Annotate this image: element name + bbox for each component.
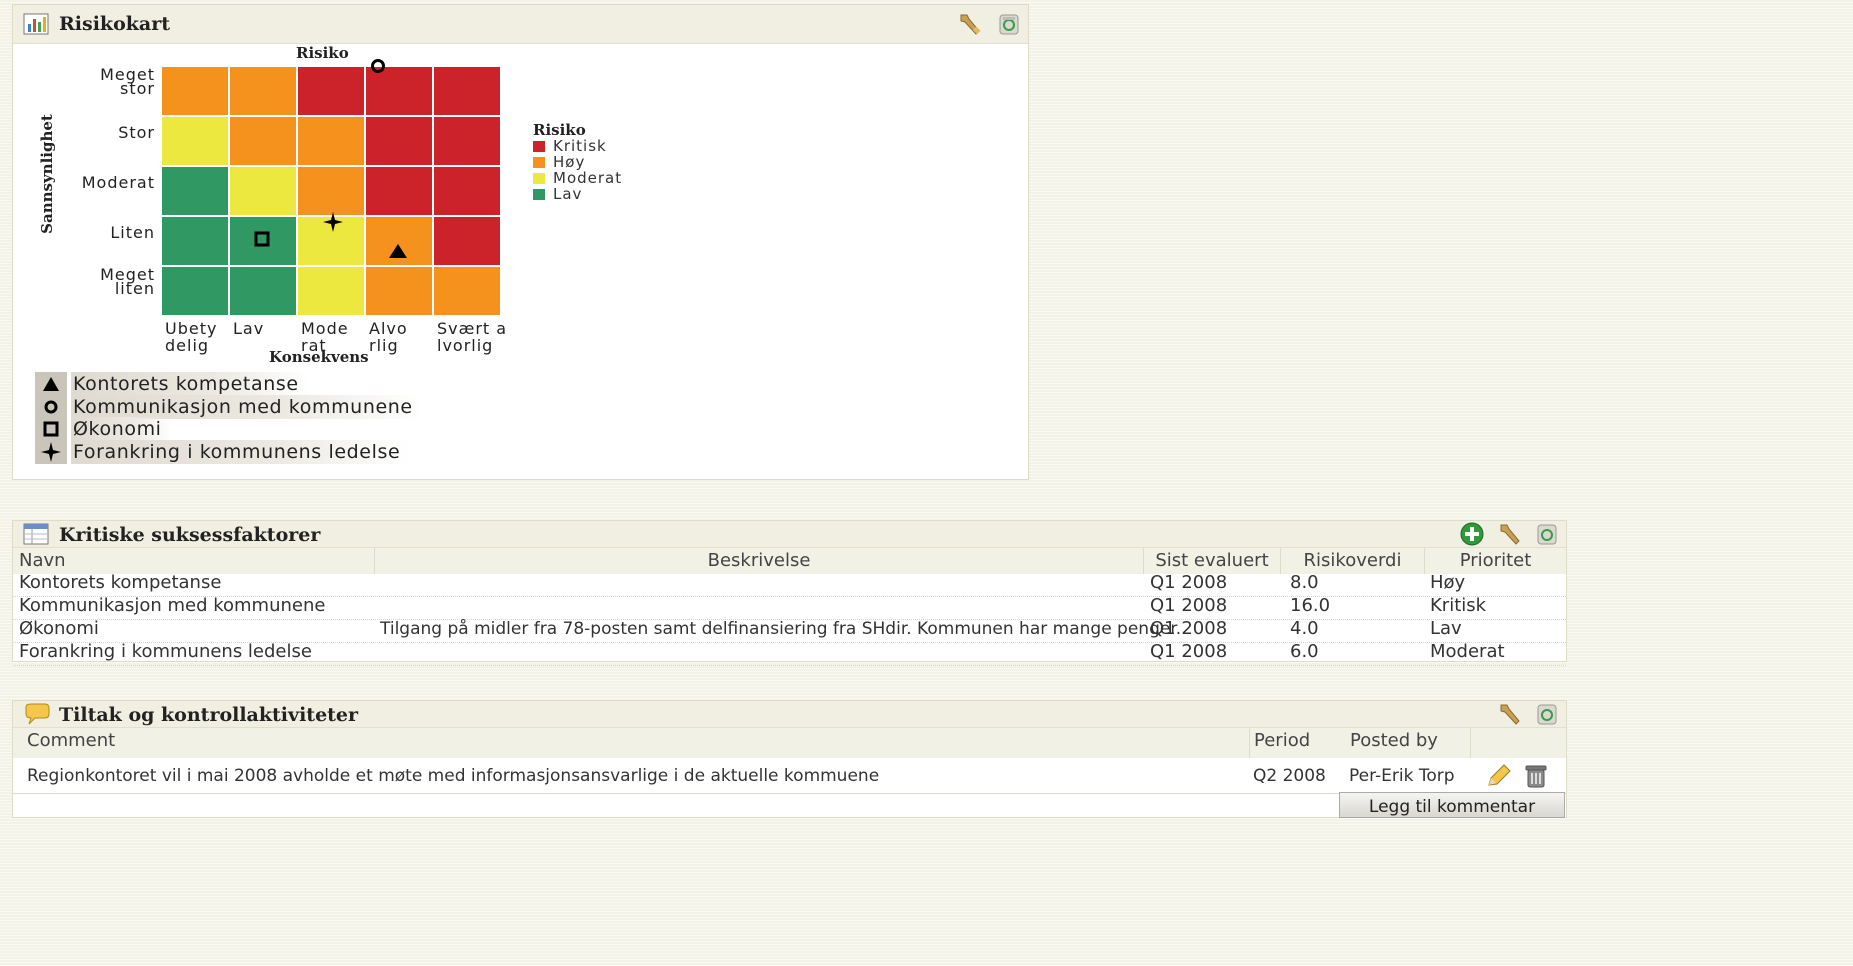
heatmap-cell <box>162 117 228 165</box>
y-tick-label-line: Stor <box>118 123 155 142</box>
heatmap-cell <box>434 217 500 265</box>
y-axis-label: Sannsynlighet <box>38 114 56 234</box>
y-tick-label-line: liten <box>114 279 155 298</box>
add-icon[interactable] <box>1459 522 1485 551</box>
heatmap-cell <box>230 167 296 215</box>
table-icon <box>23 523 49 550</box>
cell-period: Q2 2008 <box>1253 766 1326 786</box>
wrench-icon[interactable] <box>1497 522 1523 551</box>
x-axis-label: Konsekvens <box>269 348 369 366</box>
cell-posted-by: Per-Erik Torp <box>1349 766 1455 786</box>
y-tick-label-line: stor <box>120 79 155 98</box>
tiltak-panel: Tiltak og kontrollaktiviteter Comment Pe… <box>12 700 1567 818</box>
legend-swatch <box>533 173 545 184</box>
heatmap-cell <box>434 167 500 215</box>
recycle-bin-icon[interactable] <box>1535 522 1559 551</box>
add-comment-button[interactable]: Legg til kommentar <box>1339 792 1565 818</box>
x-tick-label-line: Svært a <box>437 319 508 338</box>
x-tick-label-line: Ubety <box>165 319 218 338</box>
x-tick-label-line: Alvo <box>369 319 408 338</box>
heatmap-cell <box>298 117 364 165</box>
x-tick-label-line: delig <box>165 336 210 355</box>
triangle-marker-icon <box>35 372 67 396</box>
trash-icon[interactable] <box>1523 763 1549 794</box>
heatmap-cell <box>298 267 364 315</box>
col-header-period[interactable]: Period <box>1250 728 1341 758</box>
tiltak-title: Tiltak og kontrollaktiviteter <box>59 704 359 726</box>
heatmap-cell <box>434 117 500 165</box>
col-header-actions <box>1471 728 1566 758</box>
table-row[interactable]: Regionkontoret vil i mai 2008 avholde et… <box>13 759 1566 794</box>
x-tick-label-line: Lav <box>233 319 265 338</box>
cell-prioritet: Moderat <box>1430 641 1505 662</box>
cell-sist-evaluert: Q1 2008 <box>1150 641 1228 662</box>
heatmap-cell <box>366 167 432 215</box>
x-tick-label-line: Mode <box>301 319 349 338</box>
triangle-marker-icon[interactable] <box>388 243 408 264</box>
recycle-bin-icon[interactable] <box>997 12 1021 41</box>
heatmap-cell <box>230 117 296 165</box>
marker-legend-label: Kommunikasjon med kommunene <box>71 394 423 419</box>
heatmap-cell <box>162 167 228 215</box>
heatmap-cell <box>434 267 500 315</box>
heatmap-cell <box>298 167 364 215</box>
heatmap-cell <box>230 67 296 115</box>
x-tick-label: Alvo rlig <box>369 320 445 354</box>
y-tick-label: Moderat <box>75 173 155 192</box>
legend-label: Lav <box>553 185 583 203</box>
risk-map-panel: Risikokart Risiko Sannsynlighet Meget sto… <box>12 4 1029 480</box>
heatmap-cell <box>162 267 228 315</box>
y-tick-label-line: Moderat <box>81 173 155 192</box>
star-marker-icon <box>35 439 67 464</box>
risk-map-title: Risikokart <box>59 13 171 35</box>
wrench-icon[interactable] <box>957 12 983 41</box>
marker-legend-label: Forankring i kommunens ledelse <box>71 439 411 464</box>
x-tick-label-line: lvorlig <box>437 336 494 355</box>
csf-title: Kritiske suksessfaktorer <box>59 524 321 546</box>
cell-navn: Forankring i kommunens ledelse <box>19 641 312 662</box>
legend-swatch <box>533 141 545 152</box>
legend-swatch <box>533 157 545 168</box>
y-tick-label-line: Liten <box>110 223 155 242</box>
chart-icon <box>23 13 49 40</box>
cell-risikoverdi: 6.0 <box>1290 641 1319 662</box>
heatmap-cell <box>434 67 500 115</box>
heatmap-cell <box>366 267 432 315</box>
x-tick-label-line: rlig <box>369 336 399 355</box>
csf-header: Kritiske suksessfaktorer <box>13 521 1566 548</box>
wrench-icon[interactable] <box>1497 702 1523 731</box>
x-tick-label: Lav <box>233 320 309 337</box>
heatmap-cell <box>162 67 228 115</box>
circle-marker-icon <box>35 394 67 419</box>
square-marker-icon[interactable] <box>253 230 271 253</box>
tiltak-header: Tiltak og kontrollaktiviteter <box>13 701 1566 728</box>
table-row[interactable]: Forankring i kommunens ledelse Q1 2008 6… <box>13 639 1566 666</box>
col-header-comment[interactable]: Comment <box>13 728 1250 758</box>
x-tick-label: Svært a lvorlig <box>437 320 513 354</box>
col-header-posted-by[interactable]: Posted by <box>1337 728 1471 758</box>
csf-table: Navn Beskrivelse Sist evaluert Risikover… <box>13 548 1566 666</box>
heatmap-cell <box>162 217 228 265</box>
marker-legend-label: Økonomi <box>71 417 172 441</box>
legend-swatch <box>533 189 545 200</box>
y-tick-label: Meget liten <box>75 267 155 298</box>
y-tick-label: Liten <box>75 223 155 242</box>
edit-pencil-icon[interactable] <box>1485 763 1513 794</box>
x-tick-label: Ubety delig <box>165 320 241 354</box>
cell-comment: Regionkontoret vil i mai 2008 avholde et… <box>27 766 880 786</box>
star-marker-icon[interactable] <box>322 211 344 238</box>
heatmap-cell <box>298 67 364 115</box>
marker-legend-label: Kontorets kompetanse <box>71 372 309 396</box>
heatmap-cell <box>230 267 296 315</box>
y-tick-label: Meget stor <box>75 67 155 98</box>
heatmap-cell <box>366 117 432 165</box>
risk-map-header: Risikokart <box>13 5 1028 44</box>
recycle-bin-icon[interactable] <box>1535 702 1559 731</box>
heatmap-title: Risiko <box>296 44 349 62</box>
circle-marker-icon[interactable] <box>369 57 387 80</box>
square-marker-icon <box>35 417 67 441</box>
y-tick-label: Stor <box>75 123 155 142</box>
csf-panel: Kritiske suksessfaktorer Navn Beskrivels… <box>12 520 1567 666</box>
